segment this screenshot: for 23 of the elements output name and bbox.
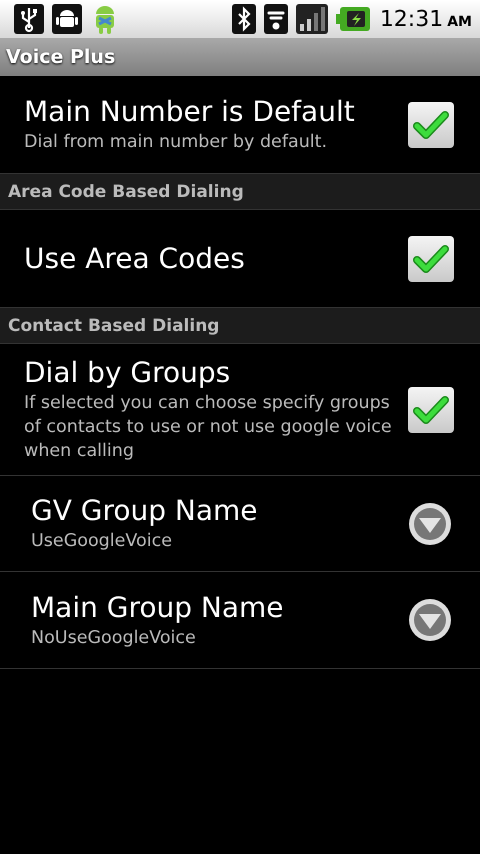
app-title: Voice Plus xyxy=(6,46,116,68)
category-title: Area Code Based Dialing xyxy=(8,182,244,202)
preference-summary: If selected you can choose specify groups of contacts to use or not use google voice when calling xyxy=(24,392,393,463)
clock-time: 12:31 xyxy=(380,6,444,32)
preference-summary: Dial from main number by default. xyxy=(24,131,328,154)
preference-summary: NoUseGoogleVoice xyxy=(31,626,196,650)
wifi-icon xyxy=(264,4,288,34)
preference-title[interactable]: Use Area Codes xyxy=(24,242,245,275)
usb-icon xyxy=(14,4,44,34)
category-title: Contact Based Dialing xyxy=(8,316,220,336)
preference-title[interactable]: GV Group Name xyxy=(31,494,258,527)
checkbox[interactable] xyxy=(408,386,454,432)
clock-meridiem: AM xyxy=(447,14,472,30)
preference-title[interactable]: Main Number is Default xyxy=(24,95,355,128)
battery-icon xyxy=(336,7,370,31)
checkbox[interactable] xyxy=(408,236,454,282)
preference-summary: UseGoogleVoice xyxy=(31,530,172,553)
robot-icon xyxy=(52,4,82,34)
signal-icon xyxy=(296,4,328,34)
checkbox[interactable] xyxy=(408,102,454,148)
preference-title[interactable]: Main Group Name xyxy=(31,590,284,624)
bluetooth-icon xyxy=(232,4,256,34)
preference-title[interactable]: Dial by Groups xyxy=(24,356,230,389)
